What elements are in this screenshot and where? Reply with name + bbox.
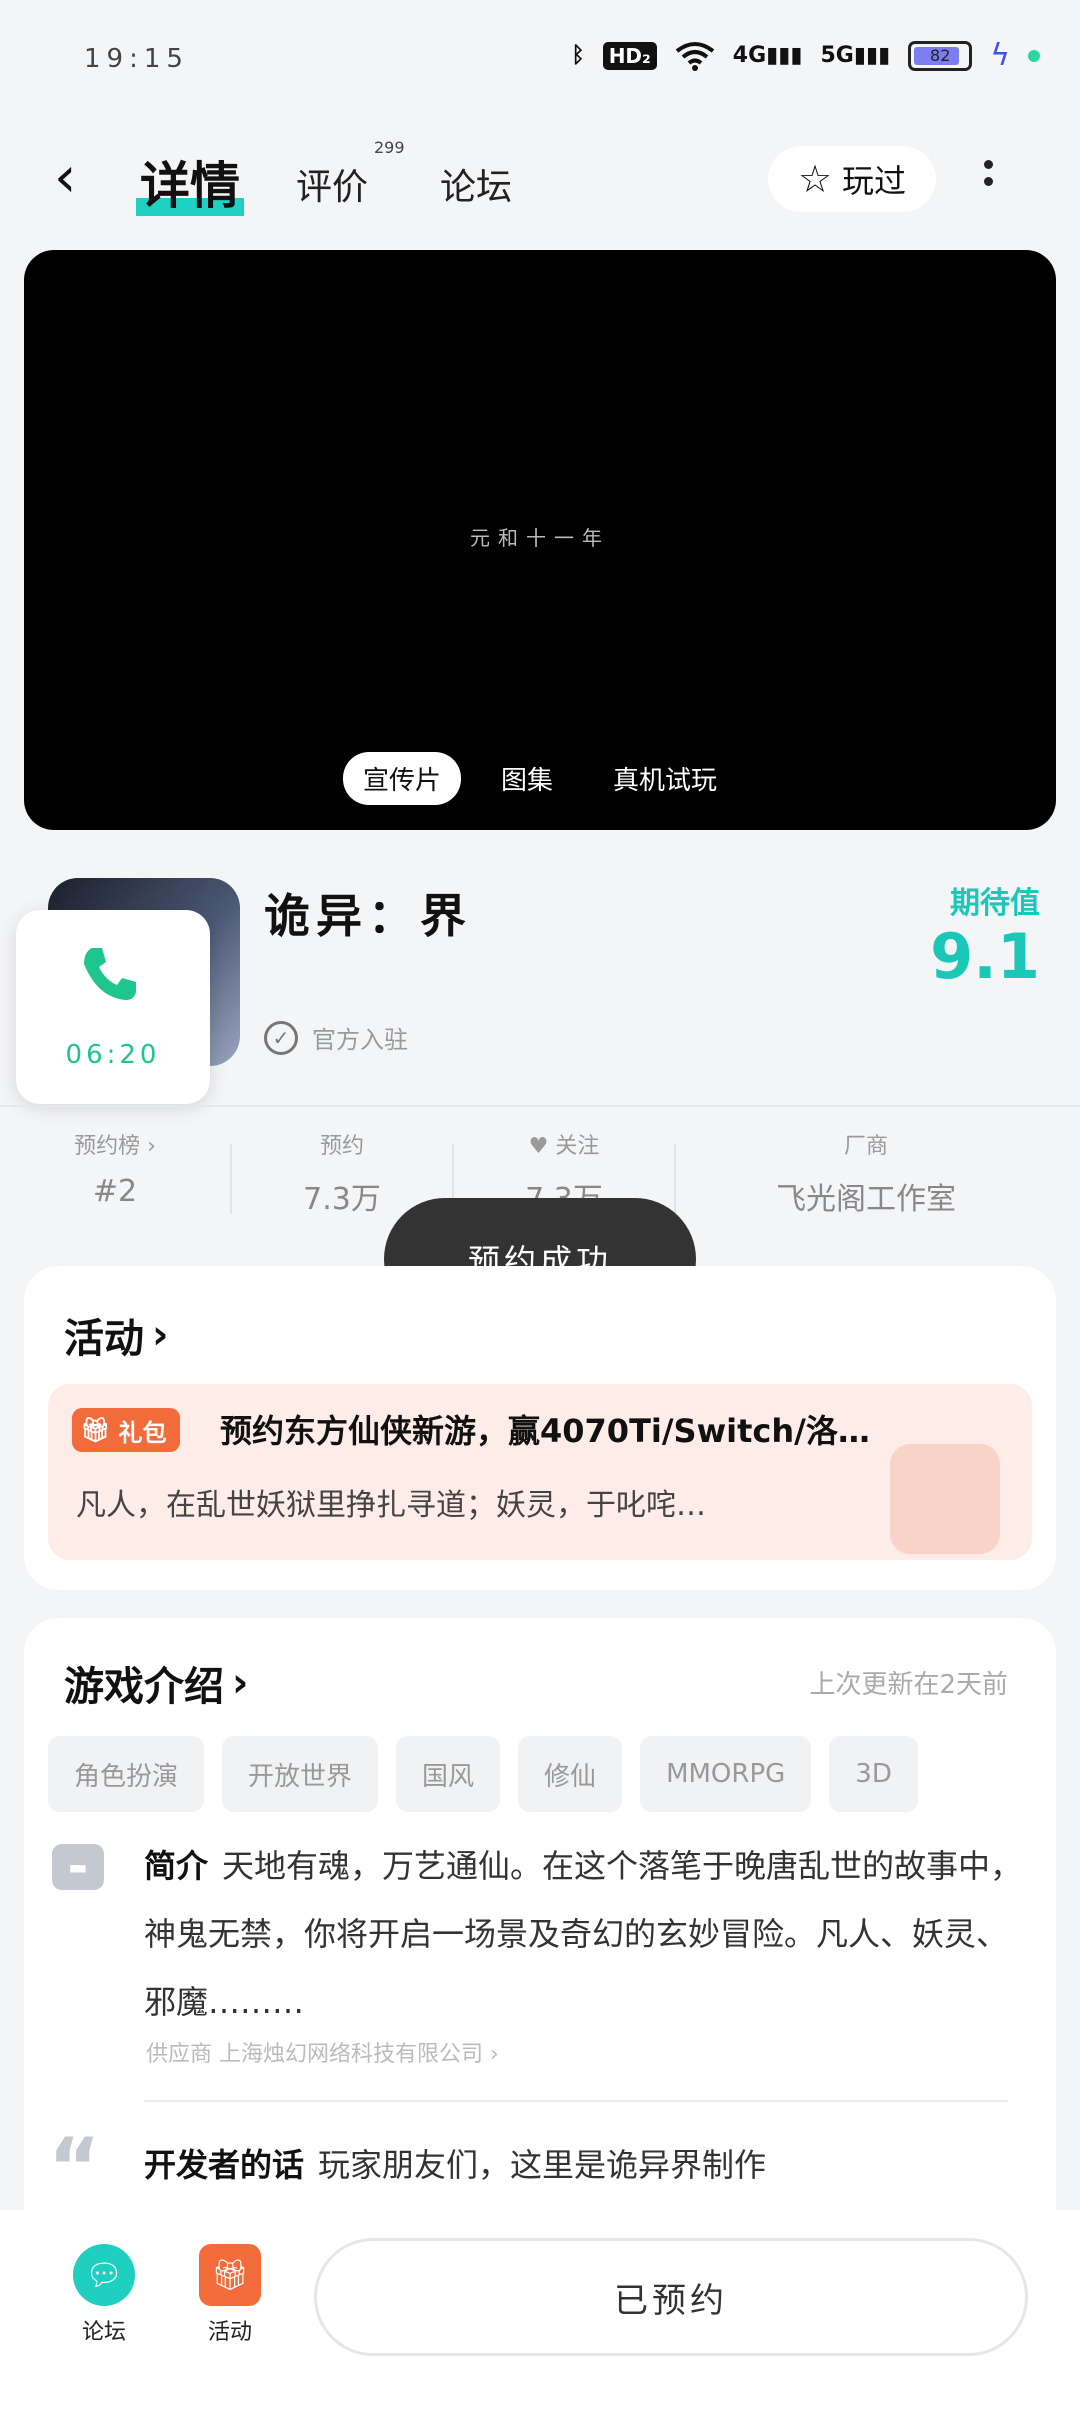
intro-label: 简介 bbox=[144, 1847, 209, 1885]
media-tab-gameplay[interactable]: 真机试玩 bbox=[593, 752, 737, 805]
charging-icon: ϟ bbox=[990, 38, 1010, 73]
tab-forum[interactable]: 论坛 bbox=[440, 158, 512, 210]
supplier-link[interactable]: 供应商 上海烛幻网络科技有限公司 › bbox=[146, 2036, 499, 2068]
top-nav: ‹ 详情 评价 299 论坛 ☆ 玩过 bbox=[0, 128, 1080, 228]
bluetooth-icon: ᛒ bbox=[571, 43, 585, 68]
phone-icon bbox=[78, 942, 142, 1022]
wifi-icon bbox=[675, 41, 715, 71]
battery-level: 82 bbox=[930, 46, 951, 65]
media-tab-trailer[interactable]: 宣传片 bbox=[342, 752, 461, 805]
tag-item[interactable]: 修仙 bbox=[518, 1736, 623, 1812]
developer-words[interactable]: 开发者的话 玩家朋友们，这里是诡异界制作 bbox=[144, 2140, 1024, 2186]
call-duration: 06:20 bbox=[65, 1040, 161, 1070]
expectation-score: 期待值 9.1 bbox=[930, 878, 1040, 992]
battery-icon: 82 bbox=[908, 40, 973, 71]
official-badge: ✓ 官方入驻 bbox=[264, 1020, 408, 1055]
promo-subtitle: 凡人，在乱世妖狱里挣扎寻道；妖灵，于叱咤… bbox=[76, 1488, 706, 1523]
stat-developer-value: 飞光阁工作室 bbox=[776, 1182, 956, 1217]
tag-item[interactable]: MMORPG bbox=[640, 1736, 812, 1812]
tab-reviews[interactable]: 评价 bbox=[296, 158, 368, 210]
game-title: 诡异：界 bbox=[264, 889, 472, 943]
back-arrow-icon[interactable]: ‹ bbox=[54, 150, 104, 210]
activity-title: 活动 bbox=[64, 1316, 144, 1362]
expectation-label: 期待值 bbox=[950, 886, 1040, 921]
gift-badge-label: 礼包 bbox=[118, 1418, 167, 1447]
gift-box-icon: 🎁︎ bbox=[199, 2244, 261, 2306]
intro-summary[interactable]: 简介 天地有魂，万艺通仙。在这个落笔于晚唐乱世的故事中，神鬼无禁，你将开启一场景及… bbox=[144, 1832, 1024, 2036]
last-updated: 上次更新在2天前 bbox=[809, 1670, 1008, 1700]
stat-developer[interactable]: 厂商 飞光阁工作室 bbox=[676, 1128, 1056, 1228]
star-icon: ☆ bbox=[797, 157, 833, 201]
developer-words-label: 开发者的话 bbox=[144, 2146, 305, 2184]
bottom-activity-button[interactable]: 🎁︎ 活动 bbox=[180, 2244, 280, 2346]
signal-4g-label: 4G bbox=[732, 43, 767, 68]
more-options-icon[interactable] bbox=[984, 160, 996, 186]
tag-item[interactable]: 角色扮演 bbox=[48, 1736, 205, 1812]
heart-icon: ♥ bbox=[528, 1134, 556, 1159]
video-player[interactable]: 元和十一年 宣传片 图集 真机试玩 bbox=[24, 250, 1056, 830]
media-tabs: 宣传片 图集 真机试玩 bbox=[24, 752, 1056, 805]
call-floating-bubble[interactable]: 06:20 bbox=[16, 910, 210, 1104]
developer-words-body: 玩家朋友们，这里是诡异界制作 bbox=[318, 2146, 767, 2184]
gift-icon: 🎁︎ bbox=[80, 1416, 111, 1444]
stat-rank-value: #2 bbox=[92, 1174, 138, 1209]
stat-developer-label: 厂商 bbox=[843, 1134, 888, 1159]
played-button[interactable]: ☆ 玩过 bbox=[768, 146, 936, 212]
signal-4g-icon: 4G ▮▮▮ bbox=[732, 43, 803, 68]
gift-badge: 🎁︎ 礼包 bbox=[72, 1408, 181, 1452]
intro-body: 天地有魂，万艺通仙。在这个落笔于晚唐乱世的故事中，神鬼无禁，你将开启一场景及奇幻… bbox=[144, 1847, 1023, 2021]
tag-item[interactable]: 3D bbox=[829, 1736, 918, 1812]
activity-header[interactable]: 活动 › bbox=[64, 1306, 168, 1364]
check-circle-icon: ✓ bbox=[264, 1020, 298, 1055]
signal-5g-label: 5G bbox=[820, 43, 854, 68]
genre-tags: 角色扮演 开放世界 国风 修仙 MMORPG 3D bbox=[48, 1736, 918, 1812]
played-label: 玩过 bbox=[842, 162, 907, 200]
official-label: 官方入驻 bbox=[312, 1026, 408, 1054]
stat-reservations-label: 预约 bbox=[319, 1134, 364, 1159]
stat-rank-label: 预约榜 › bbox=[74, 1134, 156, 1159]
reserved-button[interactable]: 已预约 bbox=[314, 2238, 1028, 2356]
bottom-forum-button[interactable]: 💬︎ 论坛 bbox=[54, 2244, 154, 2346]
stat-rank[interactable]: 预约榜 › #2 bbox=[0, 1128, 230, 1228]
tag-item[interactable]: 开放世界 bbox=[222, 1736, 379, 1812]
intro-header[interactable]: 游戏介绍 › bbox=[64, 1654, 248, 1712]
privacy-dot-icon bbox=[1028, 49, 1040, 62]
tag-item[interactable]: 国风 bbox=[396, 1736, 501, 1812]
status-icons: ᛒ HD₂ 4G ▮▮▮ 5G ▮▮▮ 82 ϟ bbox=[571, 38, 1040, 73]
media-tab-gallery[interactable]: 图集 bbox=[481, 752, 573, 805]
promo-decoration bbox=[890, 1444, 1000, 1554]
hd-voice-icon: HD₂ bbox=[602, 41, 657, 70]
activity-card: 活动 › 🎁︎ 礼包 预约东方仙侠新游，赢4070Ti/Switch/洛… 凡人… bbox=[24, 1266, 1056, 1590]
promo-headline: 预约东方仙侠新游，赢4070Ti/Switch/洛… bbox=[220, 1412, 870, 1450]
intro-title: 游戏介绍 bbox=[64, 1664, 224, 1710]
status-time: 19:15 bbox=[84, 44, 189, 74]
section-divider bbox=[0, 1105, 1080, 1107]
forum-bubble-icon: 💬︎ bbox=[73, 2244, 135, 2306]
summary-icon: ▬ bbox=[52, 1844, 104, 1890]
chevron-right-icon: › bbox=[232, 1660, 249, 1706]
tab-detail[interactable]: 详情 bbox=[136, 146, 244, 218]
stat-follows-label: ♥ 关注 bbox=[454, 1128, 674, 1160]
chevron-right-icon: › bbox=[152, 1312, 169, 1358]
expectation-value: 9.1 bbox=[930, 920, 1040, 993]
signal-5g-icon: 5G ▮▮▮ bbox=[820, 43, 891, 68]
intro-divider bbox=[144, 2100, 1008, 2102]
promo-banner[interactable]: 🎁︎ 礼包 预约东方仙侠新游，赢4070Ti/Switch/洛… 凡人，在乱世妖… bbox=[48, 1384, 1032, 1560]
status-bar: 19:15 ᛒ HD₂ 4G ▮▮▮ 5G ▮▮▮ 82 ϟ bbox=[0, 0, 1080, 120]
stat-follows-text: 关注 bbox=[555, 1134, 600, 1159]
quote-icon: “ bbox=[48, 2121, 101, 2214]
bottom-forum-label: 论坛 bbox=[81, 2320, 126, 2345]
bottom-action-bar: 💬︎ 论坛 🎁︎ 活动 已预约 bbox=[0, 2210, 1080, 2412]
intro-card: 游戏介绍 › 上次更新在2天前 角色扮演 开放世界 国风 修仙 MMORPG 3… bbox=[24, 1618, 1056, 2238]
reviews-count-badge: 299 bbox=[374, 138, 405, 157]
bottom-activity-label: 活动 bbox=[207, 2320, 252, 2345]
video-caption: 元和十一年 bbox=[470, 526, 610, 550]
